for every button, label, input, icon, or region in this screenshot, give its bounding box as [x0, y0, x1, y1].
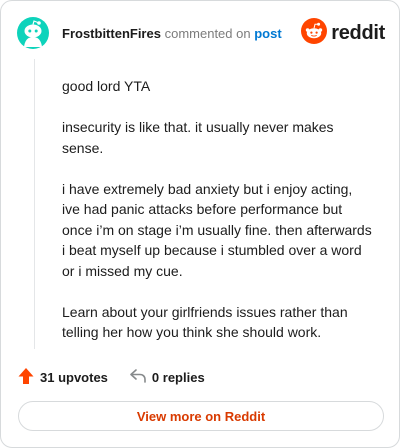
embedded-comment-card: FrostbittenFires commented on post reddi… — [0, 0, 400, 448]
reply-arrow-icon — [130, 368, 152, 386]
reddit-wordmark: reddit — [331, 21, 385, 44]
reddit-logo[interactable]: reddit — [301, 17, 385, 49]
thread-line — [34, 59, 35, 349]
reddit-logo-icon — [301, 17, 328, 49]
comment-header: FrostbittenFires commented on post reddi… — [17, 17, 385, 51]
reply-count: 0 replies — [151, 369, 205, 385]
upvote-count: 31 upvotes — [40, 369, 108, 385]
snoo-avatar-icon[interactable] — [17, 17, 49, 49]
comment-paragraph: good lord YTA — [62, 78, 151, 94]
comment-byline: FrostbittenFires commented on post — [62, 26, 282, 42]
author-link[interactable]: FrostbittenFires — [62, 26, 161, 41]
commented-on-text: commented on — [164, 26, 251, 41]
comment-paragraph: insecurity is like that. it usually neve… — [62, 119, 334, 156]
upvote-button[interactable]: 31 upvotes — [18, 367, 108, 388]
comment-actions: 31 upvotes 0 replies — [18, 367, 205, 387]
upvote-arrow-icon — [18, 367, 40, 388]
view-more-button[interactable]: View more on Reddit — [18, 401, 384, 431]
comment-paragraph: Learn about your girlfriends issues rath… — [62, 303, 348, 341]
comment-body: good lord YTA insecurity is like that. i… — [62, 76, 372, 363]
comment-paragraph: i have extremely bad anxiety but i enjoy… — [62, 180, 372, 279]
post-link[interactable]: post — [254, 26, 281, 41]
reply-button[interactable]: 0 replies — [130, 368, 205, 386]
